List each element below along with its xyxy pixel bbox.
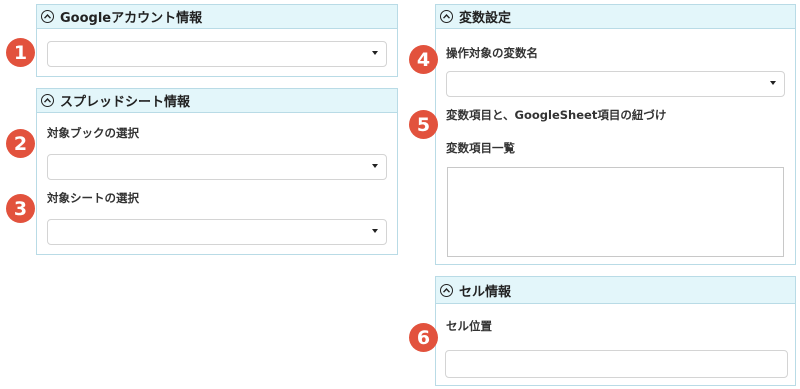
sheet-select[interactable]: [47, 219, 387, 245]
chevron-down-icon: [372, 51, 378, 55]
cell-info-panel-header[interactable]: セル情報: [436, 277, 795, 304]
target-variable-label: 操作対象の変数名: [446, 46, 538, 60]
cell-position-label: セル位置: [446, 319, 492, 333]
sheet-select-label: 対象シートの選択: [47, 191, 139, 205]
google-account-select[interactable]: [47, 41, 387, 67]
target-variable-select[interactable]: [446, 71, 785, 97]
book-select-label: 対象ブックの選択: [47, 126, 139, 140]
google-account-panel-header[interactable]: Googleアカウント情報: [37, 5, 397, 29]
chevron-down-icon: [372, 229, 378, 233]
chevron-down-icon: [770, 81, 776, 85]
collapse-icon[interactable]: [440, 10, 453, 23]
panel-title: 変数設定: [459, 11, 512, 26]
collapse-icon[interactable]: [440, 283, 453, 297]
mapping-label: 変数項目と、GoogleSheet項目の紐づけ: [446, 108, 667, 122]
collapse-icon[interactable]: [41, 94, 54, 107]
spreadsheet-panel-header[interactable]: スプレッドシート情報: [37, 89, 397, 113]
step-badge-5: 5: [409, 110, 438, 139]
cell-info-panel: セル情報 セル位置: [435, 276, 796, 386]
panel-title: スプレッドシート情報: [60, 95, 191, 110]
chevron-down-icon: [372, 164, 378, 168]
step-badge-2: 2: [6, 129, 35, 158]
variable-list-label: 変数項目一覧: [446, 141, 515, 155]
panel-title: Googleアカウント情報: [60, 11, 203, 26]
cell-position-input[interactable]: [445, 350, 788, 378]
variable-settings-panel-header[interactable]: 変数設定: [436, 5, 795, 29]
variable-settings-panel: 変数設定 操作対象の変数名 変数項目と、GoogleSheet項目の紐づけ 変数…: [435, 4, 796, 265]
variable-list[interactable]: [447, 167, 784, 257]
google-account-panel: Googleアカウント情報: [36, 4, 398, 77]
step-badge-1: 1: [6, 38, 35, 67]
step-badge-6: 6: [409, 323, 438, 352]
panel-title: セル情報: [459, 284, 512, 300]
collapse-icon[interactable]: [41, 10, 54, 23]
step-badge-4: 4: [409, 45, 438, 74]
step-badge-3: 3: [6, 194, 35, 223]
spreadsheet-panel: スプレッドシート情報 対象ブックの選択 対象シートの選択: [36, 88, 398, 255]
book-select[interactable]: [47, 154, 387, 180]
